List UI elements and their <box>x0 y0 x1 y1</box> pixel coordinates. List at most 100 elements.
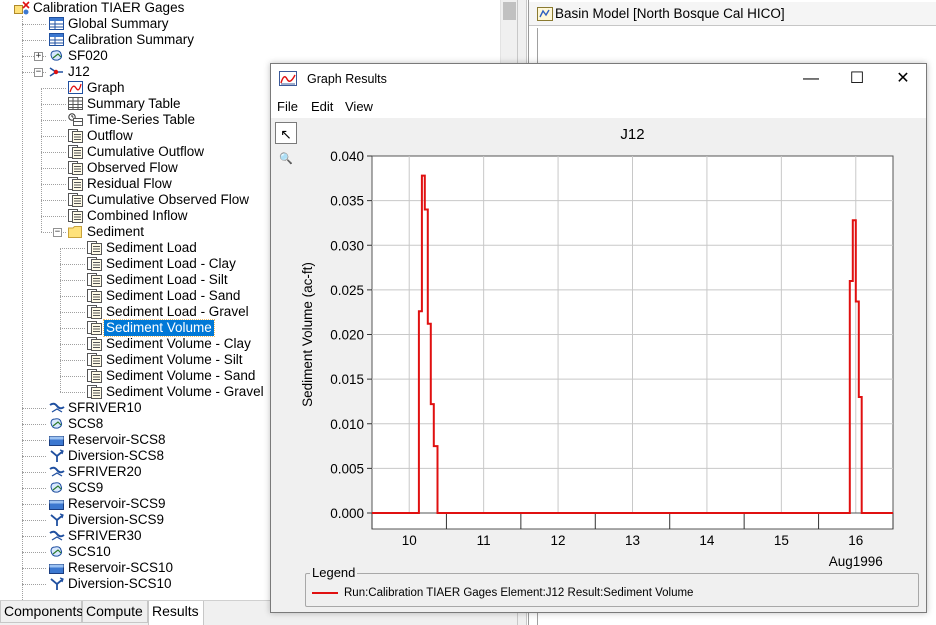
diversion-icon <box>49 577 64 591</box>
tree-item-label: Sediment Volume - Silt <box>106 352 243 367</box>
menu-view[interactable]: View <box>345 99 373 114</box>
reservoir-icon <box>49 561 64 575</box>
menu-file[interactable]: File <box>277 99 298 114</box>
tree-item-label: Diversion-SCS10 <box>68 576 172 591</box>
menu-edit[interactable]: Edit <box>311 99 333 114</box>
time-series-icon <box>68 145 83 159</box>
hec-hms-workspace: Calibration TIAER Gages Global Summary Cal… <box>0 0 936 625</box>
tab-results-label: Results <box>152 603 199 619</box>
legend-title: Legend <box>310 565 358 581</box>
time-series-icon <box>87 257 102 271</box>
tab-results[interactable]: Results <box>148 601 204 625</box>
collapse-sediment-icon[interactable]: − <box>53 228 62 237</box>
tree-item-label: Reservoir-SCS9 <box>68 496 166 511</box>
time-series-icon <box>68 129 83 143</box>
time-series-icon <box>68 177 83 191</box>
tree-item-sf020[interactable]: SF020 <box>0 48 500 64</box>
tree-guide-line <box>41 88 42 232</box>
graph-icon <box>68 81 83 95</box>
time-series-icon <box>87 241 102 255</box>
tree-item-label: Sediment Load - Silt <box>106 272 228 287</box>
x-tick-label: 13 <box>625 533 640 548</box>
y-tick-label: 0.040 <box>330 149 364 164</box>
tree-item-label: SFRIVER30 <box>68 528 142 543</box>
graph-results-window[interactable]: Graph Results — ☐ ✕ File Edit View ↖ 🔍 J… <box>270 63 927 613</box>
tree-item-label: Graph <box>87 80 125 95</box>
tree-item-label: Cumulative Outflow <box>87 144 205 159</box>
y-tick-label: 0.025 <box>330 283 364 298</box>
tree-item-label: J12 <box>68 64 90 79</box>
tree-item-label: Sediment Volume - Gravel <box>106 384 264 399</box>
legend-entry: Run:Calibration TIAER Gages Element:J12 … <box>344 587 694 599</box>
tree-item-label: Outflow <box>87 128 133 143</box>
graph-toolstrip: ↖ 🔍 <box>273 122 299 174</box>
time-series-icon <box>87 369 102 383</box>
table-icon <box>68 97 83 111</box>
tree-item-root[interactable]: Calibration TIAER Gages <box>0 0 500 16</box>
time-series-icon <box>68 161 83 175</box>
tree-item-label: SFRIVER20 <box>68 464 142 479</box>
graph-window-title: Graph Results <box>307 72 387 86</box>
x-tick-label: 14 <box>699 533 715 548</box>
tab-components[interactable]: Components <box>0 601 84 623</box>
tree-item-global-summary[interactable]: Global Summary <box>0 16 500 32</box>
subbasin-icon <box>49 481 63 495</box>
reach-icon <box>49 465 65 479</box>
legend: Legend Run:Calibration TIAER Gages Eleme… <box>305 565 919 607</box>
y-tick-label: 0.005 <box>330 461 364 476</box>
folder-icon <box>68 225 82 239</box>
tab-compute[interactable]: Compute <box>82 601 148 623</box>
tree-item-label: Sediment Load - Gravel <box>106 304 249 319</box>
y-tick-label: 0.030 <box>330 238 364 253</box>
y-tick-label: 0.015 <box>330 372 364 387</box>
close-button[interactable]: ✕ <box>880 64 926 94</box>
tree-item-label: Combined Inflow <box>87 208 188 223</box>
y-tick-label: 0.020 <box>330 328 364 343</box>
x-tick-label: 11 <box>477 533 491 548</box>
reservoir-icon <box>49 433 64 447</box>
maximize-icon: ☐ <box>849 70 865 87</box>
graph-window-titlebar[interactable]: Graph Results — ☐ ✕ <box>271 64 926 94</box>
time-series-table-icon <box>68 113 83 127</box>
tree-item-label: Calibration Summary <box>68 32 195 47</box>
tree-scrollbar-thumb[interactable] <box>503 2 516 20</box>
tree-item-label: Reservoir-SCS10 <box>68 560 174 575</box>
tree-guide-line <box>60 248 61 392</box>
tab-components-label: Components <box>4 603 84 619</box>
basin-model-icon <box>537 7 553 21</box>
tree-item-label: Sediment Load - Sand <box>106 288 241 303</box>
tree-item-label: SCS9 <box>68 480 104 495</box>
tree-item-calibration-summary[interactable]: Calibration Summary <box>0 32 500 48</box>
tree-item-label: SF020 <box>68 48 108 63</box>
tree-item-label: Sediment Volume - Sand <box>106 368 256 383</box>
y-axis-label: Sediment Volume (ac-ft) <box>300 262 315 407</box>
tree-item-label: Reservoir-SCS8 <box>68 432 166 447</box>
tree-item-label: SCS10 <box>68 544 111 559</box>
reach-icon <box>49 529 65 543</box>
minimize-icon: — <box>803 70 819 87</box>
tree-item-label: SFRIVER10 <box>68 400 142 415</box>
expand-sf020-icon[interactable]: + <box>34 52 43 61</box>
tree-item-label: Sediment Load - Clay <box>106 256 236 271</box>
reservoir-icon <box>49 497 64 511</box>
x-secondary-label: Aug1996 <box>829 554 883 569</box>
x-axis-band <box>371 512 894 530</box>
tree-item-label: Calibration TIAER Gages <box>33 0 185 15</box>
pointer-tool-button[interactable]: ↖ <box>275 122 297 144</box>
zoom-tool-button[interactable]: 🔍 <box>275 148 297 170</box>
graph-menubar: File Edit View <box>271 94 926 118</box>
maximize-button[interactable]: ☐ <box>834 64 880 94</box>
junction-icon <box>49 65 63 79</box>
collapse-j12-icon[interactable]: − <box>34 68 43 77</box>
summary-table-icon <box>49 33 64 47</box>
time-series-icon <box>68 193 83 207</box>
minimize-button[interactable]: — <box>788 64 834 94</box>
time-series-icon <box>87 321 102 335</box>
close-icon: ✕ <box>896 70 910 87</box>
basin-model-titlebar[interactable]: Basin Model [North Bosque Cal HICO] <box>529 2 936 26</box>
y-tick-label: 0.010 <box>330 417 364 432</box>
x-tick-label: 12 <box>551 533 566 548</box>
tree-item-label: Cumulative Observed Flow <box>87 192 250 207</box>
chart-title: J12 <box>620 126 644 143</box>
sediment-volume-chart[interactable]: J12 0.000 0.005 0.010 0.015 0.020 0.025 0.030 0.… <box>299 119 899 569</box>
